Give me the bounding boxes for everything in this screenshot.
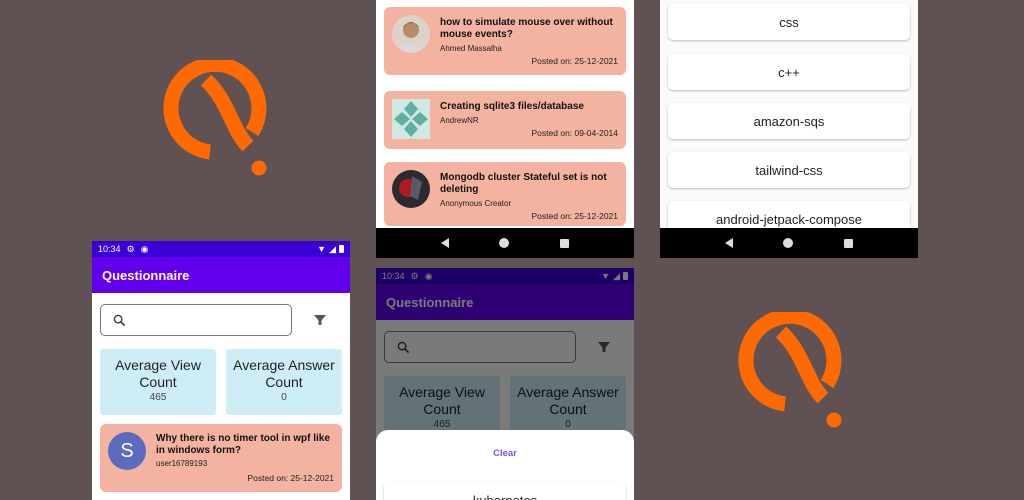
tag-label: android-jetpack-compose [716, 211, 862, 227]
signal-icon: ◢ [329, 243, 336, 254]
nav-bar [660, 228, 918, 258]
home-icon[interactable] [783, 238, 794, 248]
tag-item[interactable]: amazon-sqs [668, 103, 910, 139]
tag-item[interactable]: tailwind-css [668, 152, 910, 188]
tag-item[interactable]: kubernetes [384, 482, 626, 500]
question-user: Ahmed Massalha [440, 44, 502, 53]
search-icon [113, 314, 126, 326]
settings-icon: ⚙ [126, 243, 135, 254]
status-time: 10:34 [98, 244, 121, 254]
app-title: Questionnaire [102, 267, 190, 283]
average-view-value: 465 [149, 392, 167, 403]
filter-icon [314, 315, 326, 325]
battery-icon [339, 245, 344, 253]
question-user: AndrewNR [440, 116, 479, 125]
back-icon[interactable] [725, 238, 734, 248]
question-date: Posted on: 25-12-2021 [531, 56, 618, 66]
clear-button[interactable]: Clear [376, 448, 634, 459]
tag-label: kubernetes [473, 493, 537, 500]
average-view-label: Average View Count [115, 357, 201, 390]
question-title: Creating sqlite3 files/database [440, 101, 584, 112]
tag-label: css [779, 14, 799, 30]
average-view-card: Average View Count 465 [100, 349, 216, 415]
tag-label: amazon-sqs [753, 113, 825, 129]
screen-filter-sheet: 10:34 ⚙ ◉ ▼ ◢ Questionnaire Average View… [376, 268, 634, 500]
average-answer-value: 0 [281, 392, 287, 403]
brand-logo-bottom [735, 312, 845, 432]
screen-question-list: how to simulate mouse over without mouse… [376, 0, 634, 258]
question-card[interactable]: how to simulate mouse over without mouse… [384, 7, 626, 75]
question-date: Posted on: 25-12-2021 [247, 473, 334, 483]
search-input[interactable] [100, 304, 292, 336]
tag-label: c++ [778, 64, 800, 80]
sync-icon: ◉ [140, 243, 149, 254]
average-answer-label: Average Answer Count [233, 357, 335, 390]
tag-label: tailwind-css [755, 162, 823, 178]
back-icon[interactable] [441, 238, 450, 248]
clear-label: Clear [493, 448, 517, 459]
stats-row: Average View Count 465 Average Answer Co… [92, 349, 350, 415]
question-date: Posted on: 25-12-2021 [531, 211, 618, 221]
question-date: Posted on: 09-04-2014 [531, 128, 618, 138]
avatar: S [108, 432, 146, 470]
app-bar: Questionnaire [92, 257, 350, 293]
search-row [92, 299, 350, 341]
question-title: Why there is no timer tool in wpf like i… [156, 433, 330, 456]
question-title: Mongodb cluster Stateful set is not dele… [440, 172, 607, 195]
question-card[interactable]: S Why there is no timer tool in wpf like… [100, 424, 342, 492]
average-answer-card: Average Answer Count 0 [226, 349, 342, 415]
tag-item[interactable]: c++ [668, 54, 910, 90]
question-user: Anonymous Creator [440, 199, 512, 208]
screen-main: 10:34 ⚙ ◉ ▼ ◢ Questionnaire Average View… [92, 241, 350, 500]
recents-icon[interactable] [559, 238, 569, 248]
home-icon[interactable] [499, 238, 510, 248]
nav-bar [376, 228, 634, 258]
avatar [392, 170, 430, 208]
recents-icon[interactable] [843, 238, 853, 248]
status-bar: 10:34 ⚙ ◉ ▼ ◢ [92, 241, 350, 257]
filter-button[interactable] [308, 308, 332, 332]
question-card[interactable]: Creating sqlite3 files/database AndrewNR… [384, 91, 626, 149]
screen-tags: css c++ amazon-sqs tailwind-css android-… [660, 0, 918, 258]
tag-item[interactable]: css [668, 4, 910, 40]
question-title: how to simulate mouse over without mouse… [440, 17, 613, 40]
wifi-icon: ▼ [317, 244, 327, 254]
avatar-letter: S [120, 439, 134, 462]
question-card[interactable]: Mongodb cluster Stateful set is not dele… [384, 162, 626, 226]
bottom-sheet: Clear kubernetes [376, 430, 634, 500]
avatar [392, 99, 430, 139]
question-user: user16789193 [156, 459, 208, 468]
brand-logo-top [160, 60, 270, 180]
avatar [392, 15, 430, 53]
